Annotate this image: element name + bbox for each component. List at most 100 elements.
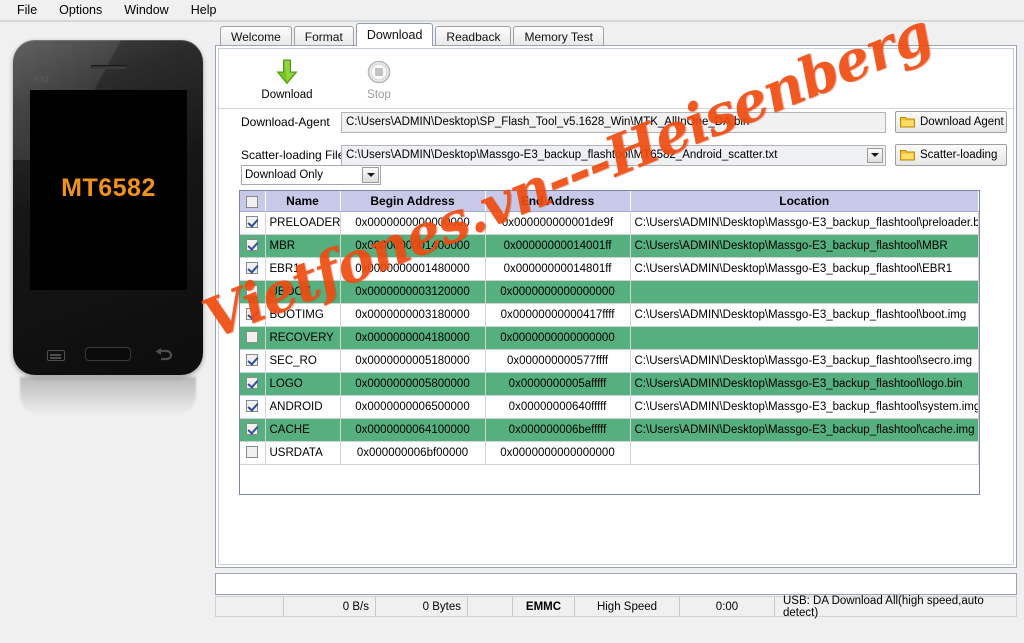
partition-name-cell: LOGO: [265, 372, 341, 396]
table-row[interactable]: PRELOADER 0x0000000000000000 0x00000000000…: [240, 211, 979, 235]
column-header-name[interactable]: Name: [265, 191, 341, 212]
location-cell: C:\Users\ADMIN\Desktop\Massgo-E3_backup_…: [630, 303, 979, 327]
row-checkbox[interactable]: [246, 377, 259, 390]
row-checkbox[interactable]: [246, 423, 259, 436]
begin-address-cell: 0x0000000001480000: [340, 257, 486, 281]
row-checkbox[interactable]: [246, 331, 259, 344]
tab-memory-test[interactable]: Memory Test: [513, 26, 604, 46]
begin-address-cell: 0x0000000006500000: [340, 395, 486, 419]
location-cell: C:\Users\ADMIN\Desktop\Massgo-E3_backup_…: [630, 257, 979, 281]
chevron-down-icon[interactable]: [362, 167, 379, 183]
scatter-dropdown-arrow-icon[interactable]: [867, 147, 883, 163]
partition-name-cell: CACHE: [265, 418, 341, 442]
folder-icon: [900, 116, 915, 128]
partition-name-cell: SEC_RO: [265, 349, 341, 373]
download-toolbar: Download Stop: [219, 49, 1013, 109]
table-row[interactable]: BOOTIMG 0x0000000003180000 0x0000000000041…: [240, 303, 979, 327]
menu-item-help[interactable]: Help: [180, 1, 228, 19]
select-all-checkbox[interactable]: [246, 195, 259, 208]
begin-address-cell: 0x0000000004180000: [340, 326, 486, 350]
scatter-file-row: Scatter-loading File C:\Users\ADMIN\Desk…: [219, 143, 1013, 167]
table-row[interactable]: SEC_RO 0x0000000005180000 0x000000000577ff…: [240, 349, 979, 373]
scatter-file-value: C:\Users\ADMIN\Desktop\Massgo-E3_backup_…: [346, 149, 778, 161]
row-checkbox-cell[interactable]: [240, 326, 266, 350]
back-button-icon: [155, 348, 173, 361]
table-row[interactable]: LOGO 0x0000000005800000 0x0000000005afffff…: [240, 372, 979, 396]
tab-strip: Welcome Format Download Readback Memory …: [215, 23, 1020, 46]
column-header-location[interactable]: Location: [630, 191, 979, 212]
begin-address-cell: 0x000000006bf00000: [340, 441, 486, 465]
device-preview-panel: BM MT6582: [0, 21, 215, 621]
table-row[interactable]: CACHE 0x0000000064100000 0x000000006beffff…: [240, 418, 979, 442]
menu-item-file[interactable]: File: [6, 1, 48, 19]
select-all-header[interactable]: [240, 191, 266, 212]
row-checkbox[interactable]: [246, 308, 259, 321]
partition-name-cell: RECOVERY: [265, 326, 341, 350]
main-panel: Welcome Format Download Readback Memory …: [215, 23, 1020, 568]
column-header-begin[interactable]: Begin Address: [340, 191, 486, 212]
status-blank: [468, 597, 513, 616]
scatter-file-label: Scatter-loading File: [241, 148, 345, 162]
row-checkbox-cell[interactable]: [240, 303, 266, 327]
status-lead-cell: [216, 597, 284, 616]
location-cell: C:\Users\ADMIN\Desktop\Massgo-E3_backup_…: [630, 372, 979, 396]
table-row[interactable]: ANDROID 0x0000000006500000 0x00000000640ff…: [240, 395, 979, 419]
row-checkbox-cell[interactable]: [240, 280, 266, 304]
row-checkbox-cell[interactable]: [240, 372, 266, 396]
home-button-icon: [85, 347, 131, 361]
row-checkbox[interactable]: [246, 262, 259, 275]
table-row[interactable]: EBR1 0x0000000001480000 0x00000000014801ff…: [240, 257, 979, 281]
partition-name-cell: UBOOT: [265, 280, 341, 304]
row-checkbox-cell[interactable]: [240, 211, 266, 235]
begin-address-cell: 0x0000000000000000: [340, 211, 486, 235]
column-header-end[interactable]: End Address: [485, 191, 631, 212]
tab-download[interactable]: Download: [355, 23, 434, 46]
download-button[interactable]: Download: [241, 57, 333, 101]
scatter-browse-button[interactable]: Scatter-loading: [895, 144, 1007, 166]
row-checkbox[interactable]: [246, 285, 259, 298]
stop-circle-icon: [333, 57, 425, 87]
download-agent-browse-button[interactable]: Download Agent: [895, 111, 1007, 133]
download-agent-input[interactable]: C:\Users\ADMIN\Desktop\SP_Flash_Tool_v5.…: [341, 111, 886, 133]
partition-table-container[interactable]: Name Begin Address End Address Location …: [239, 190, 980, 495]
green-down-arrow-icon: [241, 57, 333, 87]
earpiece-speaker-icon: [91, 65, 127, 69]
status-elapsed: 0:00: [680, 597, 775, 616]
partition-name-cell: EBR1: [265, 257, 341, 281]
location-cell: C:\Users\ADMIN\Desktop\Massgo-E3_backup_…: [630, 211, 979, 235]
end-address-cell: 0x00000000640fffff: [485, 395, 631, 419]
table-row[interactable]: MBR 0x0000000001400000 0x00000000014001ff C…: [240, 234, 979, 258]
end-address-cell: 0x0000000005afffff: [485, 372, 631, 396]
tab-format[interactable]: Format: [293, 26, 354, 46]
table-row[interactable]: USRDATA 0x000000006bf00000 0x0000000000000…: [240, 441, 979, 465]
row-checkbox[interactable]: [246, 216, 259, 229]
progress-bar: [215, 573, 1017, 595]
begin-address-cell: 0x0000000001400000: [340, 234, 486, 258]
menu-item-window[interactable]: Window: [113, 1, 179, 19]
row-checkbox-cell[interactable]: [240, 418, 266, 442]
status-bar: 0 B/s 0 Bytes EMMC High Speed 0:00 USB: …: [215, 595, 1017, 619]
table-row[interactable]: UBOOT 0x0000000003120000 0x000000000000000…: [240, 280, 979, 304]
begin-address-cell: 0x0000000003120000: [340, 280, 486, 304]
tab-readback[interactable]: Readback: [435, 26, 512, 46]
location-cell: [630, 280, 979, 304]
scatter-file-combo[interactable]: C:\Users\ADMIN\Desktop\Massgo-E3_backup_…: [341, 144, 886, 166]
end-address-cell: 0x00000000000417ffff: [485, 303, 631, 327]
menu-item-options[interactable]: Options: [48, 1, 113, 19]
download-mode-select[interactable]: Download Only: [241, 165, 381, 185]
row-checkbox-cell[interactable]: [240, 349, 266, 373]
stop-button[interactable]: Stop: [333, 57, 425, 101]
row-checkbox-cell[interactable]: [240, 257, 266, 281]
row-checkbox[interactable]: [246, 239, 259, 252]
end-address-cell: 0x00000000014801ff: [485, 257, 631, 281]
end-address-cell: 0x0000000000000000: [485, 280, 631, 304]
row-checkbox[interactable]: [246, 354, 259, 367]
row-checkbox-cell[interactable]: [240, 234, 266, 258]
row-checkbox[interactable]: [246, 446, 259, 459]
menu-button-icon: [47, 350, 65, 361]
table-row[interactable]: RECOVERY 0x0000000004180000 0x000000000000…: [240, 326, 979, 350]
row-checkbox-cell[interactable]: [240, 395, 266, 419]
tab-welcome[interactable]: Welcome: [220, 26, 292, 46]
row-checkbox[interactable]: [246, 400, 259, 413]
row-checkbox-cell[interactable]: [240, 441, 266, 465]
